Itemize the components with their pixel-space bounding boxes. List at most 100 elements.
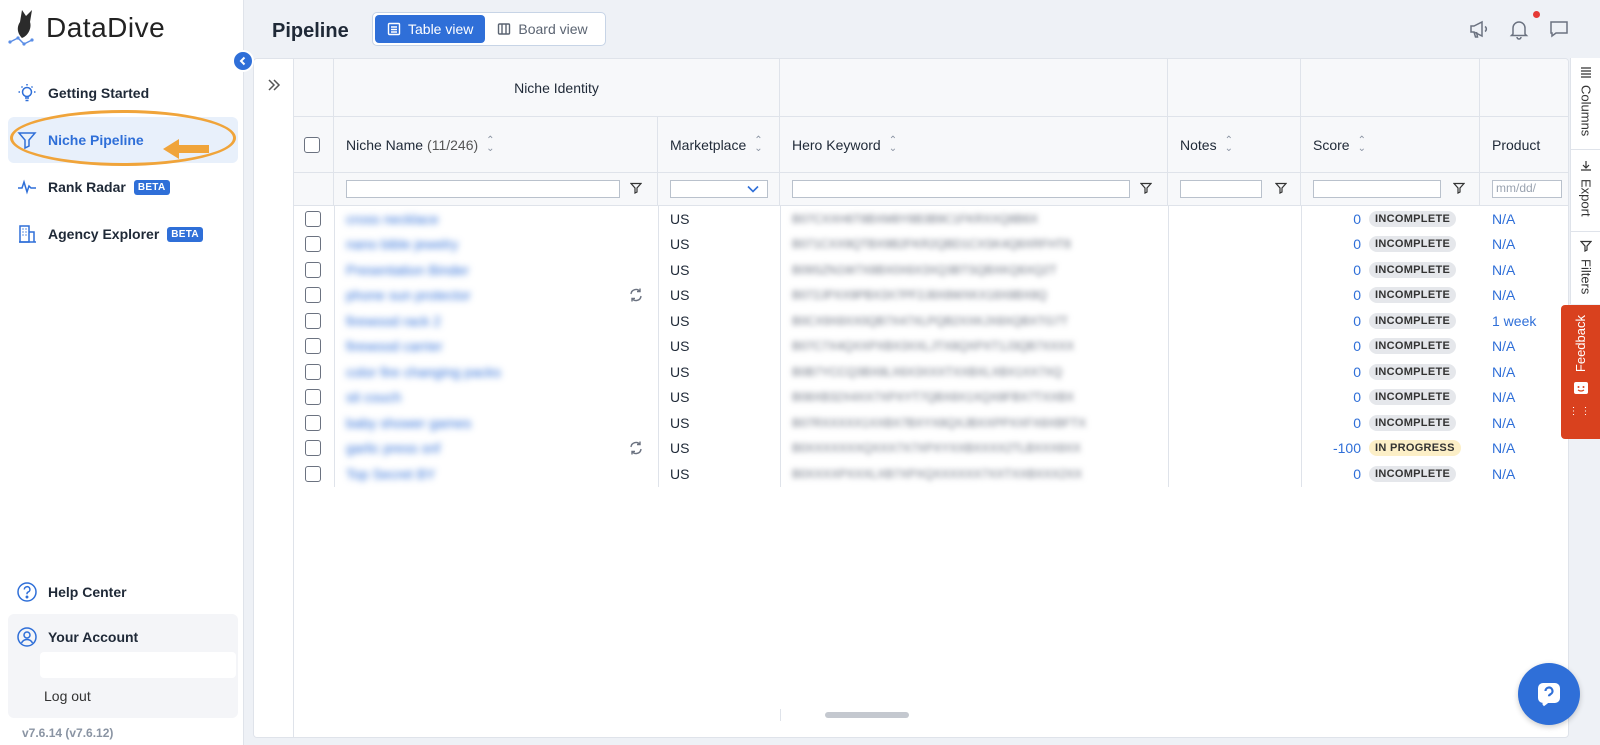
horizontal-scrollbar[interactable] (825, 712, 909, 718)
product-value[interactable]: N/A (1492, 211, 1515, 227)
table-row[interactable]: Top Secret BY US B0XXXXPXXXLXB7XPXQXXXXXX7… (294, 461, 1568, 487)
niche-link[interactable]: baby shower games (346, 415, 471, 431)
product-value[interactable]: N/A (1492, 262, 1515, 278)
row-checkbox[interactable] (305, 261, 321, 278)
row-checkbox[interactable] (305, 287, 321, 304)
hero-keyword-filter-input[interactable] (792, 180, 1130, 198)
filter-icon[interactable] (1274, 181, 1288, 197)
product-value[interactable]: N/A (1492, 364, 1515, 380)
score-value[interactable]: 0 (1311, 338, 1361, 354)
row-checkbox[interactable] (305, 414, 321, 431)
product-value[interactable]: N/A (1492, 338, 1515, 354)
niche-link[interactable]: firewood rack 2 (346, 313, 441, 329)
table-row[interactable]: phone sun protector US B072JPXX9PBX3X7PF2J… (294, 283, 1568, 309)
score-value[interactable]: 0 (1311, 389, 1361, 405)
niche-link[interactable]: Presentation Binder (346, 262, 469, 278)
filter-icon[interactable] (1139, 181, 1153, 197)
row-checkbox[interactable] (305, 389, 321, 406)
table-row[interactable]: sit couch US B08XB32X4XX7XPXYT7QBX8X1XQX8F… (294, 385, 1568, 411)
score-value[interactable]: 0 (1311, 287, 1361, 303)
sidebar-item-agency-explorer[interactable]: Agency Explorer BETA (8, 211, 238, 257)
collapse-sidebar-button[interactable] (232, 50, 254, 72)
product-value[interactable]: N/A (1492, 389, 1515, 405)
filters-tab[interactable]: Filters (1571, 240, 1600, 300)
sort-icon[interactable]: ⌃ ⌄ (486, 135, 494, 153)
columns-tab[interactable]: Columns (1571, 66, 1600, 150)
score-value[interactable]: 0 (1311, 262, 1361, 278)
column-header-score[interactable]: Score ⌃ ⌄ (1301, 117, 1480, 172)
product-value[interactable]: N/A (1492, 440, 1515, 456)
score-value[interactable]: 0 (1311, 415, 1361, 431)
product-value[interactable]: N/A (1492, 236, 1515, 252)
product-value[interactable]: 1 week (1492, 313, 1536, 329)
score-value[interactable]: 0 (1311, 313, 1361, 329)
table-row[interactable]: color fire changing packs US B0B7YCCQ3BX8L… (294, 359, 1568, 385)
niche-link[interactable]: color fire changing packs (346, 364, 501, 380)
double-chevron-right-icon[interactable] (266, 77, 282, 96)
score-value[interactable]: 0 (1311, 236, 1361, 252)
table-row[interactable]: baby shower games US B07RXXXXX1XXBX7BXYX8Q… (294, 410, 1568, 436)
drag-handle-icon[interactable]: ⋮⋮ (1569, 407, 1593, 417)
product-value[interactable]: N/A (1492, 287, 1515, 303)
table-row[interactable]: cross necklace US B07CXXH6T8BXM8Y8B3B9C1FK… (294, 206, 1568, 232)
product-date-filter-input[interactable]: mm/dd/ (1492, 180, 1562, 198)
niche-link[interactable]: firewood carrier (346, 338, 442, 354)
sort-icon[interactable]: ⌃ ⌄ (754, 135, 762, 153)
product-value[interactable]: N/A (1492, 466, 1515, 482)
refresh-icon[interactable] (628, 287, 644, 306)
column-header-niche-name[interactable]: Niche Name (11/246) ⌃ ⌄ (334, 117, 658, 172)
column-header-marketplace[interactable]: Marketplace ⌃ ⌄ (658, 117, 780, 172)
filter-icon[interactable] (629, 181, 643, 197)
table-row[interactable]: Presentation Binder US B09SZN1W7X8BX0X6X3X… (294, 257, 1568, 283)
logo[interactable]: DataDive (8, 6, 165, 50)
niche-link[interactable]: phone sun protector (346, 287, 471, 303)
your-account-link[interactable]: Your Account (16, 626, 138, 648)
row-checkbox[interactable] (305, 440, 321, 457)
row-checkbox[interactable] (305, 465, 321, 482)
score-value[interactable]: -100 (1311, 440, 1361, 456)
row-checkbox[interactable] (305, 236, 321, 253)
column-header-hero-keyword[interactable]: Hero Keyword ⌃ ⌄ (780, 117, 1168, 172)
feedback-button[interactable]: Feedback ⋮⋮ (1561, 305, 1600, 439)
table-row[interactable]: firewood rack 2 US B0CX9X8XX0QB7X47XLPQB2X… (294, 308, 1568, 334)
sort-icon[interactable]: ⌃ ⌄ (889, 135, 897, 153)
niche-link[interactable]: cross necklace (346, 211, 439, 227)
help-chat-button[interactable] (1518, 663, 1580, 725)
row-checkbox[interactable] (305, 312, 321, 329)
help-center-link[interactable]: Help Center (8, 573, 238, 611)
export-tab[interactable]: Export (1571, 160, 1600, 232)
score-value[interactable]: 0 (1311, 466, 1361, 482)
niche-link[interactable]: garlic press snf (346, 440, 440, 456)
sidebar-item-getting-started[interactable]: Getting Started (8, 70, 238, 116)
logout-link[interactable]: Log out (44, 688, 91, 704)
score-value[interactable]: 0 (1311, 211, 1361, 227)
score-filter-input[interactable] (1313, 180, 1441, 198)
select-all-checkbox[interactable] (304, 136, 320, 153)
column-header-notes[interactable]: Notes ⌃ ⌄ (1168, 117, 1301, 172)
table-row[interactable]: nano bible jewelry US B071CXX9QTBX9B2FKR2Q… (294, 232, 1568, 258)
niche-link[interactable]: sit couch (346, 389, 401, 405)
sort-icon[interactable]: ⌃ ⌄ (1358, 135, 1366, 153)
notifications-button[interactable] (1506, 16, 1532, 42)
notes-filter-input[interactable] (1180, 180, 1262, 198)
table-row[interactable]: garlic press snf US B0XXXXXXXQXXX7X7XPXYXX… (294, 436, 1568, 462)
score-value[interactable]: 0 (1311, 364, 1361, 380)
table-row[interactable]: firewood carrier US B07C7X4QXXPXBX3XXLJTX8… (294, 334, 1568, 360)
row-checkbox[interactable] (305, 338, 321, 355)
product-value[interactable]: N/A (1492, 415, 1515, 431)
table-view-button[interactable]: Table view (375, 15, 486, 43)
niche-name-filter-input[interactable] (346, 180, 620, 198)
announcements-button[interactable] (1466, 16, 1492, 42)
marketplace-filter-select[interactable] (670, 180, 768, 198)
row-checkbox[interactable] (305, 210, 321, 227)
sidebar-item-rank-radar[interactable]: Rank Radar BETA (8, 164, 238, 210)
niche-link[interactable]: nano bible jewelry (346, 236, 458, 252)
column-header-product[interactable]: Product (1480, 117, 1568, 172)
refresh-icon[interactable] (628, 440, 644, 459)
row-checkbox[interactable] (305, 363, 321, 380)
filter-icon[interactable] (1452, 181, 1466, 197)
niche-link[interactable]: Top Secret BY (346, 466, 436, 482)
sort-icon[interactable]: ⌃ ⌄ (1225, 135, 1233, 153)
board-view-button[interactable]: Board view (485, 15, 599, 43)
chat-button[interactable] (1546, 16, 1572, 42)
